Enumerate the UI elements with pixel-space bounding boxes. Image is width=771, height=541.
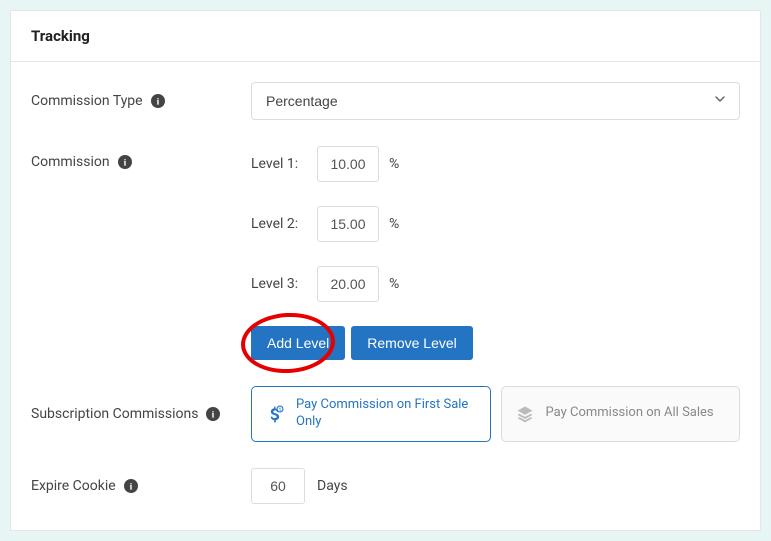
level-input[interactable] (317, 266, 379, 302)
expire-cookie-control: Days (251, 468, 740, 504)
first-sale-label: Pay Commission on First Sale Only (296, 397, 478, 431)
svg-text:i: i (212, 409, 215, 420)
subscription-row: Subscription Commissions i 1 Pay Commiss… (31, 386, 740, 442)
tracking-panel: Tracking Commission Type i (10, 10, 761, 531)
svg-text:i: i (129, 481, 132, 492)
expire-cookie-label: Expire Cookie (31, 478, 116, 494)
level-label: Level 3: (251, 276, 307, 292)
expire-cookie-unit: Days (317, 478, 348, 494)
level-input[interactable] (317, 146, 379, 182)
expire-cookie-row: Expire Cookie i Days (31, 468, 740, 504)
info-icon[interactable]: i (151, 94, 165, 108)
svg-text:i: i (123, 158, 126, 169)
commission-row: Commission i Level 1: % Level 2: % Lev (31, 146, 740, 360)
first-sale-option[interactable]: 1 Pay Commission on First Sale Only (251, 386, 491, 442)
expire-cookie-label-wrap: Expire Cookie i (31, 478, 251, 494)
svg-text:i: i (156, 97, 159, 108)
commission-type-label-wrap: Commission Type i (31, 93, 251, 109)
commission-label: Commission (31, 154, 110, 170)
commission-type-select-wrap (251, 82, 740, 120)
subscription-control: 1 Pay Commission on First Sale Only Pay … (251, 386, 740, 442)
dollar-icon: 1 (264, 403, 286, 425)
panel-title: Tracking (11, 11, 760, 62)
all-sales-option[interactable]: Pay Commission on All Sales (501, 386, 741, 442)
subscription-label-wrap: Subscription Commissions i (31, 406, 251, 422)
level-row: Level 1: % (251, 146, 740, 182)
level-unit: % (389, 156, 399, 172)
all-sales-label: Pay Commission on All Sales (546, 405, 714, 422)
commission-label-wrap: Commission i (31, 146, 251, 170)
level-unit: % (389, 216, 399, 232)
level-input[interactable] (317, 206, 379, 242)
expire-cookie-input[interactable] (251, 468, 305, 504)
remove-level-button[interactable]: Remove Level (351, 326, 473, 360)
level-buttons: Add Level Remove Level (251, 326, 740, 360)
commission-type-control (251, 82, 740, 120)
subscription-options: 1 Pay Commission on First Sale Only Pay … (251, 386, 740, 442)
commission-control: Level 1: % Level 2: % Level 3: % Add Le (251, 146, 740, 360)
level-label: Level 2: (251, 216, 307, 232)
level-label: Level 1: (251, 156, 307, 172)
subscription-label: Subscription Commissions (31, 406, 198, 422)
info-icon[interactable]: i (206, 407, 220, 421)
info-icon[interactable]: i (118, 155, 132, 169)
info-icon[interactable]: i (124, 479, 138, 493)
level-row: Level 3: % (251, 266, 740, 302)
commission-type-select[interactable] (251, 82, 740, 120)
commission-type-row: Commission Type i (31, 82, 740, 120)
level-unit: % (389, 276, 399, 292)
level-row: Level 2: % (251, 206, 740, 242)
panel-body: Commission Type i Commission i (11, 62, 760, 530)
commission-type-label: Commission Type (31, 93, 143, 109)
add-level-button[interactable]: Add Level (251, 326, 345, 360)
svg-text:1: 1 (279, 408, 281, 413)
layers-icon (514, 403, 536, 425)
